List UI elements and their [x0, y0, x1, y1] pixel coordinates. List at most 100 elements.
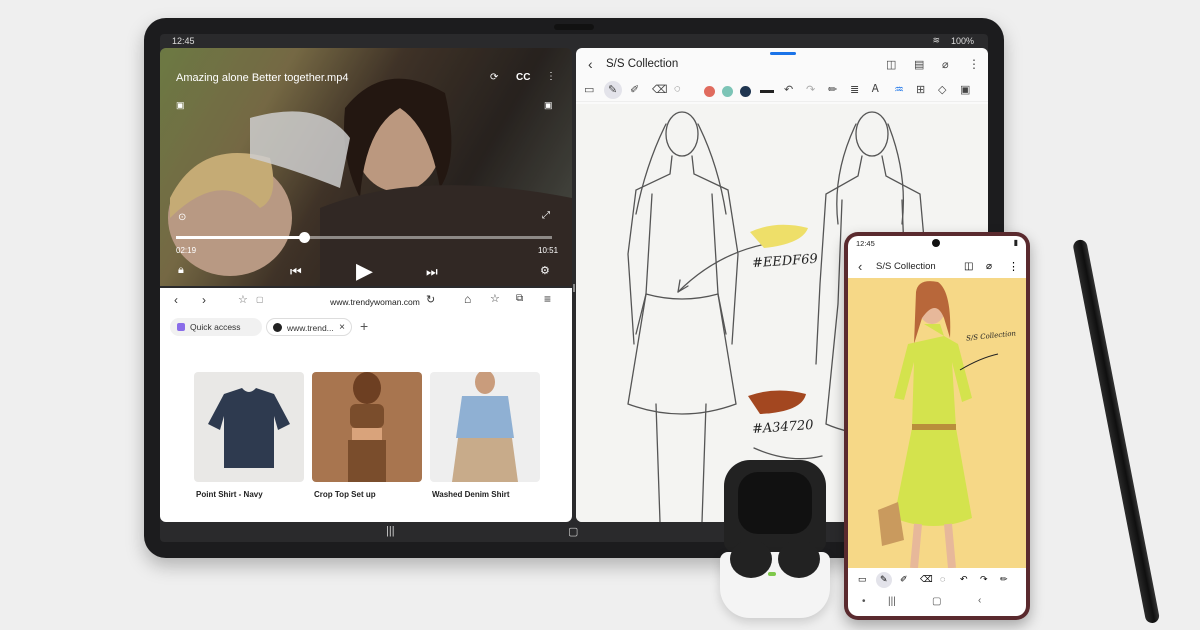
phone-screen: 12:45 ▮ ‹ S/S Collection ◫ ⌀ ⋮ S/S Colle… [848, 236, 1026, 616]
color-swatch[interactable] [722, 86, 733, 97]
lasso-icon[interactable]: ◌ [940, 574, 945, 584]
color-swatch[interactable] [704, 86, 715, 97]
home-icon[interactable]: ▢ [568, 525, 578, 538]
color-swatch[interactable] [740, 86, 751, 97]
swatch-stroke-yellow [750, 224, 808, 248]
product-card[interactable]: Crop Top Set up [312, 372, 422, 499]
page-icon[interactable]: ▤ [914, 58, 924, 71]
swatch-stroke-brown [748, 390, 806, 414]
rotate-icon[interactable]: ⟳ [490, 72, 498, 83]
product-name[interactable]: Washed Denim Shirt [430, 490, 540, 499]
text-format-icon[interactable]: ≣ [850, 83, 859, 96]
lock-icon: ▢ [256, 295, 264, 304]
close-tab-icon[interactable]: × [339, 319, 345, 337]
shirt-image [208, 388, 290, 468]
split-divider-handle[interactable] [573, 284, 575, 292]
back-icon[interactable]: ‹ [174, 293, 178, 307]
eraser-icon[interactable]: ⌫ [652, 83, 668, 96]
product-name[interactable]: Crop Top Set up [312, 490, 422, 499]
video-seek-bar[interactable] [176, 232, 552, 243]
forward-icon[interactable]: › [202, 293, 206, 307]
reload-icon[interactable]: ↻ [426, 293, 435, 306]
notes-toolbar: ▭ ✎ ✐ ⌫ ◌ ↶ ↷ ✏︎ ≣ Ꭺ ♒︎ ⊞ ◇ ▣ [576, 80, 988, 102]
pencil-icon[interactable]: ✏︎ [828, 83, 837, 96]
home-icon[interactable]: ⌂ [464, 292, 471, 306]
pencil-icon[interactable]: ✏︎ [1000, 574, 1008, 585]
home-icon[interactable]: ▢ [932, 596, 941, 607]
status-battery: 100% [950, 36, 974, 46]
model-image [348, 372, 386, 482]
s-pen-stylus [1072, 238, 1161, 625]
back-icon[interactable]: ‹ [978, 595, 981, 606]
status-time: 12:45 [856, 239, 875, 248]
product-card[interactable]: Washed Denim Shirt [430, 372, 540, 499]
product-image[interactable] [194, 372, 304, 482]
settings-icon[interactable]: ⚙︎ [540, 264, 550, 277]
keyboard-icon[interactable]: ▭ [584, 83, 594, 96]
video-seek-thumb[interactable] [298, 232, 310, 243]
more-options-icon[interactable]: ⋮ [546, 71, 556, 82]
undo-icon[interactable]: ↶ [960, 574, 968, 585]
back-icon[interactable]: ‹ [858, 259, 862, 274]
text-style-icon[interactable]: Ꭺ [872, 83, 879, 96]
more-options-icon[interactable]: ⋮ [1008, 260, 1019, 273]
pen-settings-icon[interactable]: ♒︎ [894, 83, 904, 96]
video-title: Amazing alone Better together.mp4 [176, 72, 349, 84]
book-icon[interactable]: ◫ [964, 261, 973, 272]
lasso-icon[interactable]: ◌ [674, 83, 681, 95]
pen-icon[interactable]: ✎ [880, 574, 888, 585]
resize-icon[interactable]: ⤢ [542, 210, 550, 221]
redo-icon[interactable]: ↷ [980, 574, 988, 585]
recents-icon[interactable]: ||| [888, 596, 896, 607]
browser-tab-strip: Quick access www.trend... × + [160, 316, 572, 338]
attach-icon[interactable]: ⌀ [986, 261, 992, 272]
product-name[interactable]: Point Shirt - Navy [194, 490, 304, 499]
eraser-icon[interactable]: ⌫ [920, 574, 933, 585]
screenshot-icon[interactable]: ⊙ [178, 212, 186, 223]
tablet-camera-notch [554, 24, 594, 30]
phone-drawing-canvas[interactable]: S/S Collection [848, 278, 1026, 568]
gif-icon[interactable]: ▣ [176, 100, 185, 111]
captions-button[interactable]: CC [516, 72, 530, 83]
tab-quick-access[interactable]: Quick access [170, 318, 262, 336]
address-bar[interactable]: www.trendywoman.com [280, 294, 470, 310]
tabs-icon[interactable]: ⧉ [516, 293, 523, 304]
phone-status-bar: 12:45 ▮ [848, 236, 1026, 250]
book-icon[interactable]: ◫ [886, 58, 896, 71]
play-button[interactable]: ▶︎ [356, 258, 373, 284]
highlighter-icon[interactable]: ✐ [900, 574, 908, 585]
earbuds-case [720, 460, 830, 618]
case-base [720, 540, 830, 618]
charging-light [768, 572, 776, 576]
menu-icon[interactable]: ≡ [544, 292, 551, 306]
product-image[interactable] [430, 372, 540, 482]
recents-icon[interactable]: ||| [386, 525, 395, 537]
product-card[interactable]: Point Shirt - Navy [194, 372, 304, 499]
attach-icon[interactable]: ⌀ [942, 58, 949, 71]
notes-header: ‹ S/S Collection ◫ ▤ ⌀ ⋮ [576, 54, 988, 78]
lock-icon[interactable]: 🔒︎ [178, 264, 184, 277]
bookmark-icon[interactable]: ☆ [490, 292, 500, 305]
quick-access-icon [177, 323, 185, 331]
new-tab-icon[interactable]: + [360, 318, 368, 334]
redo-icon[interactable]: ↷ [806, 83, 815, 96]
video-player[interactable]: Amazing alone Better together.mp4 ⟳ CC ⋮… [160, 48, 572, 286]
undo-icon[interactable]: ↶ [784, 83, 793, 96]
back-icon[interactable]: ‹ [588, 56, 593, 72]
previous-button[interactable]: ⏮︎ [290, 264, 302, 280]
popup-view-icon[interactable]: ▣ [544, 100, 553, 111]
browser-window: ‹ › ☆ ▢ www.trendywoman.com ↻ ⌂ ☆ ⧉ ≡ Qu… [160, 288, 572, 522]
wifi-icon: ≋ [932, 35, 940, 45]
product-image[interactable] [312, 372, 422, 482]
tab-trendywoman[interactable]: www.trend... × [266, 318, 352, 336]
star-outline-icon[interactable]: ☆ [238, 293, 248, 306]
insert-text-icon[interactable]: ⊞ [916, 83, 925, 96]
pen-icon[interactable]: ✎ [608, 83, 617, 96]
highlighter-icon[interactable]: ✐ [630, 83, 639, 96]
next-button[interactable]: ⏭︎ [426, 264, 438, 280]
image-icon[interactable]: ▣ [960, 83, 970, 96]
more-options-icon[interactable]: ⋮ [968, 57, 980, 71]
shapes-icon[interactable]: ◇ [938, 83, 946, 96]
keyboard-icon[interactable]: ▭ [858, 574, 867, 585]
stroke-width-icon[interactable] [760, 90, 774, 93]
